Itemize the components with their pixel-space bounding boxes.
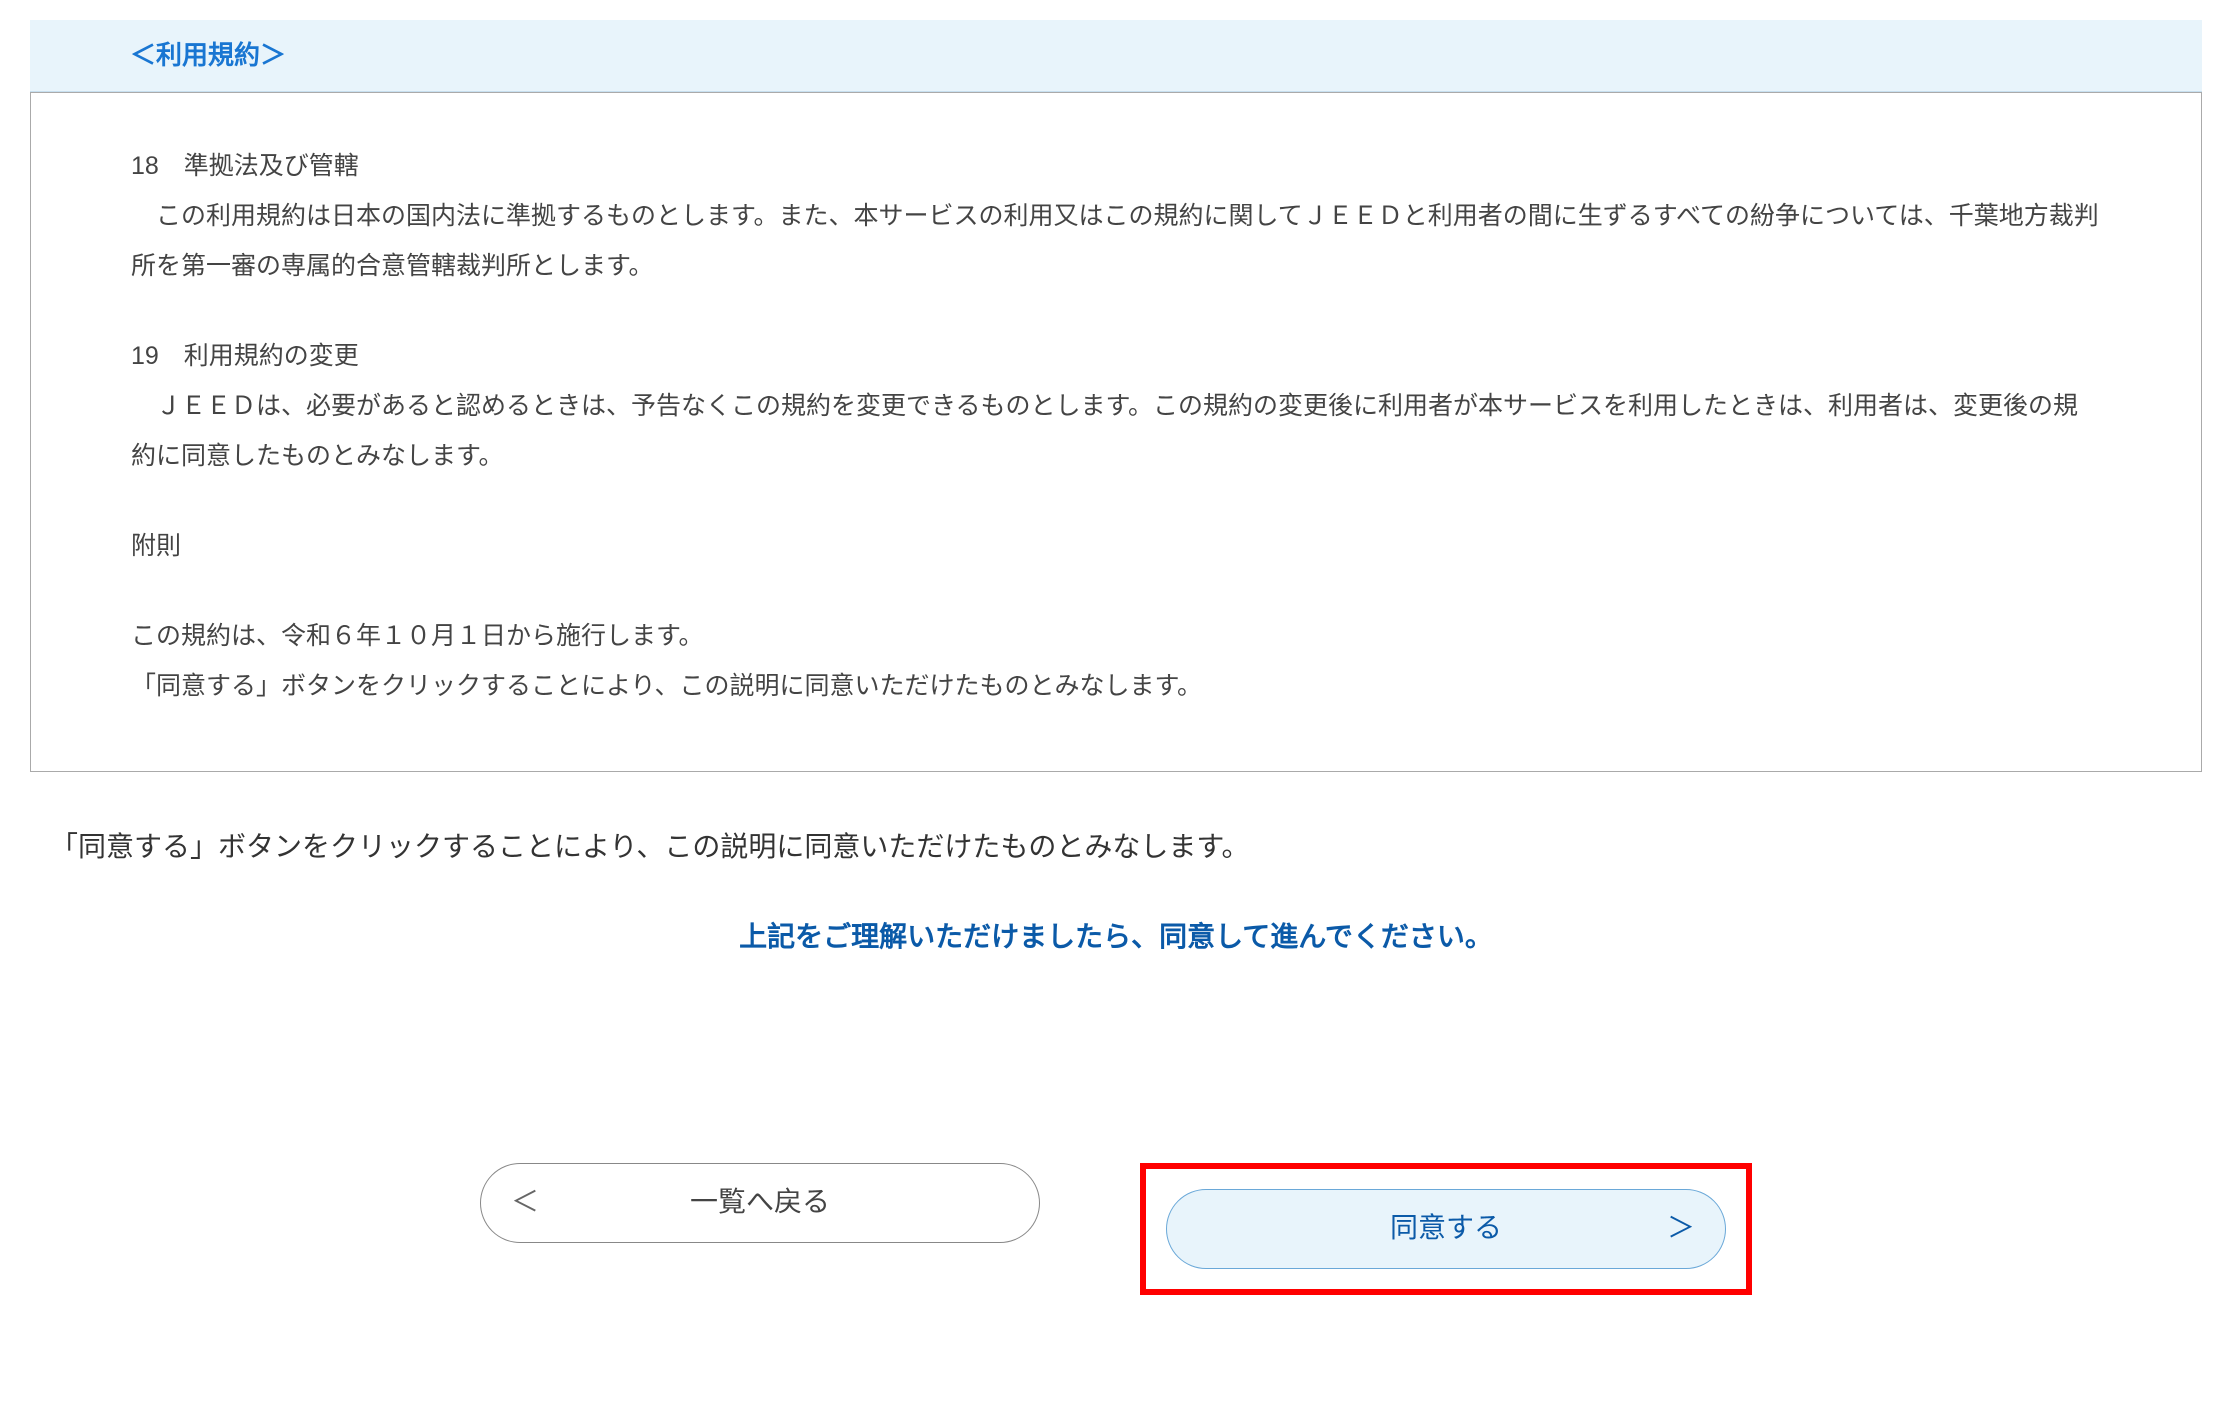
supplement-line: この規約は、令和６年１０月１日から施行します。 [131, 611, 2101, 661]
proceed-note: 上記をご理解いただけましたら、同意して進んでください。 [30, 912, 2202, 962]
terms-header-label: ＜利用規約＞ [130, 40, 286, 70]
terms-supplement: 附則 [131, 521, 2101, 571]
terms-content: 18 準拠法及び管轄 この利用規約は日本の国内法に準拠するものとします。また、本… [131, 92, 2101, 711]
section-body: ＪＥＥＤは、必要があると認めるときは、予告なくこの規約を変更できるものとします。… [131, 381, 2101, 481]
proceed-note-text: 上記をご理解いただけましたら、同意して進んでください。 [739, 921, 1493, 952]
page-container: ＜利用規約＞ 18 準拠法及び管轄 この利用規約は日本の国内法に準拠するものとし… [0, 0, 2232, 1345]
terms-section-18: 18 準拠法及び管轄 この利用規約は日本の国内法に準拠するものとします。また、本… [131, 141, 2101, 291]
agree-button[interactable]: 同意する ＞ [1166, 1189, 1726, 1269]
agree-button-label: 同意する [1390, 1203, 1502, 1253]
back-button-label: 一覧へ戻る [690, 1177, 830, 1227]
terms-supplement-body: この規約は、令和６年１０月１日から施行します。 「同意する」ボタンをクリックする… [131, 611, 2101, 711]
back-button[interactable]: ＜ 一覧へ戻る [480, 1163, 1040, 1243]
terms-header: ＜利用規約＞ [30, 20, 2202, 92]
section-body: この利用規約は日本の国内法に準拠するものとします。また、本サービスの利用又はこの… [131, 191, 2101, 291]
button-row: ＜ 一覧へ戻る 同意する ＞ [30, 1163, 2202, 1325]
terms-section-19: 19 利用規約の変更 ＪＥＥＤは、必要があると認めるときは、予告なくこの規約を変… [131, 331, 2101, 481]
terms-scroll-box[interactable]: 18 準拠法及び管轄 この利用規約は日本の国内法に準拠するものとします。また、本… [30, 92, 2202, 772]
agree-highlight-frame: 同意する ＞ [1140, 1163, 1752, 1295]
consent-note: 「同意する」ボタンをクリックすることにより、この説明に同意いただけたものとみなし… [50, 822, 2202, 872]
chevron-left-icon: ＜ [511, 1177, 539, 1227]
supplement-title: 附則 [131, 521, 2101, 571]
consent-note-text: 「同意する」ボタンをクリックすることにより、この説明に同意いただけたものとみなし… [50, 831, 1250, 862]
chevron-right-icon: ＞ [1667, 1203, 1695, 1253]
supplement-line: 「同意する」ボタンをクリックすることにより、この説明に同意いただけたものとみなし… [131, 661, 2101, 711]
section-title: 18 準拠法及び管轄 [131, 141, 2101, 191]
section-title: 19 利用規約の変更 [131, 331, 2101, 381]
